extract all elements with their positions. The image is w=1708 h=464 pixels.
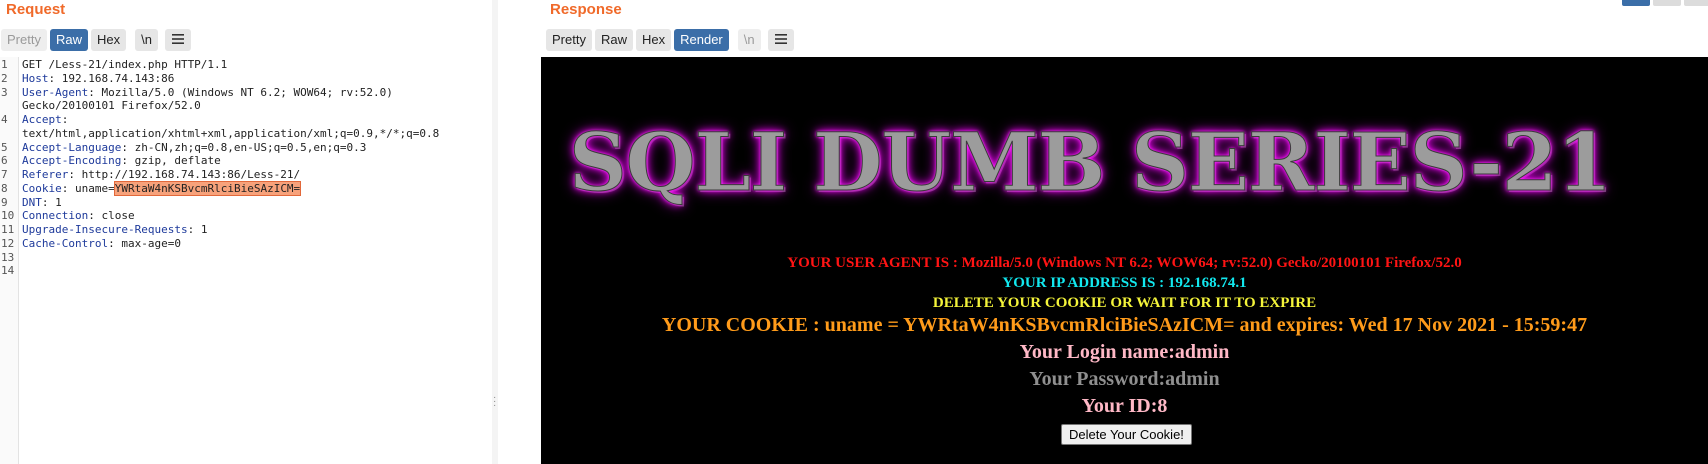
- line-number: 9: [1, 195, 8, 209]
- request-raw-tab[interactable]: Raw: [49, 29, 88, 51]
- response-render-view: SQLI DUMB SERIES-21 YOUR USER AGENT IS :…: [541, 57, 1708, 464]
- delete-cookie-button[interactable]: Delete Your Cookie!: [1061, 424, 1192, 445]
- request-hex-tab[interactable]: Hex: [90, 29, 127, 51]
- header-value: text/html,application/xhtml+xml,applicat…: [22, 126, 440, 140]
- line-number: 2: [1, 71, 8, 85]
- line-content: Accept-Language: zh-CN,zh;q=0.8,en-US;q=…: [22, 141, 366, 155]
- header-separator: :: [121, 140, 135, 154]
- header-separator: :: [187, 223, 201, 236]
- header-value: 1: [200, 223, 208, 236]
- line-content: Accept-Encoding: gzip, deflate: [22, 154, 221, 168]
- highlighted-cookie-value[interactable]: YWRtaW4nKSBvcmRlciBieSAzICM=: [113, 180, 302, 196]
- header-separator: :: [121, 154, 135, 168]
- splitter-grip-icon: · · ·: [493, 392, 497, 411]
- response-render-tab[interactable]: Render: [674, 29, 729, 51]
- sqli-banner-logo: SQLI DUMB SERIES-21: [569, 115, 1613, 209]
- login-name-text: Your Login name:admin: [1019, 341, 1230, 363]
- header-name: Accept-Encoding: [22, 154, 122, 168]
- request-editor[interactable]: 1 GET /Less-21/index.php HTTP/1.1 2 Host: 1…: [0, 57, 492, 464]
- header-separator: :: [108, 236, 122, 250]
- header-separator: :: [68, 168, 82, 181]
- header-separator: :: [88, 209, 102, 223]
- line-content: GET /Less-21/index.php HTTP/1.1: [22, 58, 227, 72]
- header-name: Connection: [22, 209, 89, 223]
- line-number: 1: [1, 58, 8, 71]
- header-name: Upgrade-Insecure-Requests: [22, 223, 188, 236]
- line-number: 3: [1, 85, 8, 99]
- header-separator: :: [41, 195, 56, 209]
- response-pretty-tab[interactable]: Pretty: [546, 29, 592, 51]
- header-name: DNT: [22, 195, 42, 209]
- request-title: Request: [6, 1, 66, 18]
- response-hex-tab[interactable]: Hex: [635, 29, 672, 51]
- header-value: close: [101, 209, 135, 223]
- line-number: 11: [1, 223, 15, 236]
- password-text: Your Password:admin: [1029, 368, 1220, 390]
- line-number: 4: [1, 113, 8, 126]
- header-value: Mozilla/5.0 (Windows NT 6.2; WOW64; rv:5…: [101, 85, 393, 99]
- header-value: uname=: [75, 181, 115, 195]
- header-name: Cookie: [22, 181, 62, 195]
- header-value: zh-CN,zh;q=0.8,en-US;q=0.5,en;q=0.3: [134, 140, 367, 154]
- header-separator: :: [48, 71, 62, 85]
- header-name: User-Agent: [22, 85, 89, 99]
- response-toolbar: Pretty Raw Hex Render \n: [546, 29, 794, 51]
- header-value: GET /Less-21/index.php HTTP/1.1: [22, 58, 228, 71]
- request-newline-toggle[interactable]: \n: [135, 29, 158, 51]
- user-id-text: Your ID:8: [1081, 395, 1168, 417]
- header-value: 192.168.74.143:86: [61, 71, 175, 85]
- line-content: Cookie: uname=YWRtaW4nKSBvcmRlciBieSAzIC…: [22, 180, 302, 196]
- line-number: 5: [1, 140, 8, 154]
- response-menu-button[interactable]: [767, 29, 794, 51]
- header-name: Host: [22, 71, 49, 85]
- hamburger-icon: [774, 34, 787, 44]
- response-title: Response: [550, 1, 622, 18]
- header-value: max-age=0: [121, 236, 181, 250]
- header-value: http://192.168.74.143:86/Less-21/: [81, 168, 301, 181]
- line-number: 6: [1, 154, 8, 168]
- line-number: 8: [1, 181, 8, 195]
- line-number: 12: [1, 236, 15, 250]
- header-name: Accept-Language: [22, 140, 122, 154]
- response-newline-toggle[interactable]: \n: [737, 29, 761, 51]
- delete-cookie-message: DELETE YOUR COOKIE OR WAIT FOR IT TO EXP…: [932, 295, 1317, 311]
- request-toolbar: Pretty Raw Hex \n: [1, 29, 191, 51]
- layout-stacked-icon[interactable]: [1653, 0, 1681, 6]
- line-content: text/html,application/xhtml+xml,applicat…: [22, 127, 439, 141]
- header-value: gzip, deflate: [134, 154, 221, 168]
- user-agent-text: YOUR USER AGENT IS : Mozilla/5.0 (Window…: [787, 255, 1462, 271]
- request-pane: Request Pretty Raw Hex \n 1 GET /Less-21/…: [0, 0, 492, 464]
- line-content: Upgrade-Insecure-Requests: 1: [22, 223, 207, 237]
- layout-tabs-icon[interactable]: [1684, 0, 1708, 6]
- line-content: Connection: close: [22, 209, 135, 223]
- cookie-info-text: YOUR COOKIE : uname = YWRtaW4nKSBvcmRlci…: [661, 314, 1588, 336]
- header-separator: :: [61, 181, 75, 195]
- line-content: Host: 192.168.74.143:86: [22, 72, 174, 86]
- line-content: Gecko/20100101 Firefox/52.0: [22, 99, 201, 113]
- pane-splitter[interactable]: · · ·: [492, 0, 498, 464]
- header-value: Gecko/20100101 Firefox/52.0: [22, 99, 201, 113]
- line-content: Referer: http://192.168.74.143:86/Less-2…: [22, 168, 300, 182]
- request-menu-button[interactable]: [164, 29, 191, 51]
- line-content: Accept:: [22, 113, 68, 127]
- line-number: 13: [1, 250, 15, 264]
- request-pretty-tab[interactable]: Pretty: [1, 29, 47, 51]
- line-content: DNT: 1: [22, 196, 62, 210]
- ip-address-text: YOUR IP ADDRESS IS : 192.168.74.1: [1002, 275, 1247, 291]
- header-name: Cache-Control: [22, 236, 109, 250]
- line-content: Cache-Control: max-age=0: [22, 237, 181, 251]
- line-content: User-Agent: Mozilla/5.0 (Windows NT 6.2;…: [22, 86, 393, 100]
- response-raw-tab[interactable]: Raw: [594, 29, 633, 51]
- line-number: 7: [1, 168, 8, 181]
- line-number: 10: [1, 209, 15, 223]
- header-value: 1: [55, 195, 62, 209]
- header-name: Referer: [22, 168, 69, 181]
- header-separator: :: [61, 113, 69, 126]
- layout-switcher: [1622, 0, 1708, 6]
- header-name: Accept: [22, 113, 62, 126]
- layout-side-by-side-icon[interactable]: [1622, 0, 1650, 6]
- header-separator: :: [88, 85, 102, 99]
- hamburger-icon: [171, 34, 184, 44]
- line-number: 14: [1, 264, 15, 278]
